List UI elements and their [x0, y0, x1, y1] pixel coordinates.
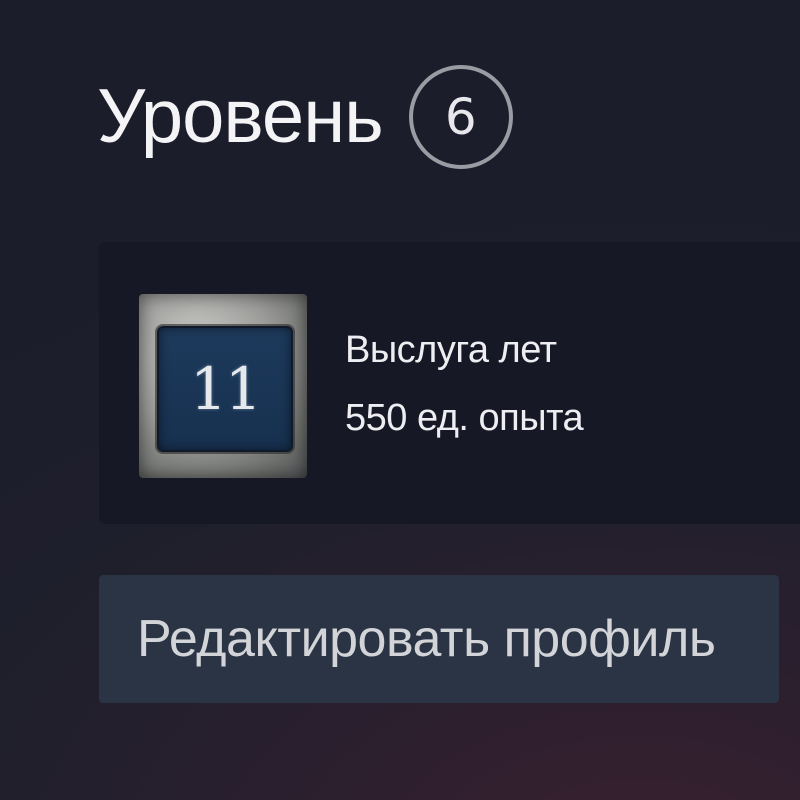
level-header: Уровень 6: [97, 62, 513, 172]
badge-plate: 11: [157, 326, 293, 452]
level-badge[interactable]: 6: [408, 65, 513, 169]
badge-xp: 550 ед. опыта: [345, 397, 584, 439]
badge-icon-number: 11: [190, 355, 262, 423]
edit-profile-button[interactable]: Редактировать профиль: [99, 575, 779, 703]
years-of-service-badge-icon[interactable]: 11: [139, 294, 307, 478]
badge-name: Выслуга лет: [345, 329, 557, 371]
level-number: 6: [444, 88, 477, 146]
badge-panel: 11 Выслуга лет 550 ед. опыта: [99, 242, 800, 524]
level-title: Уровень: [97, 74, 384, 159]
